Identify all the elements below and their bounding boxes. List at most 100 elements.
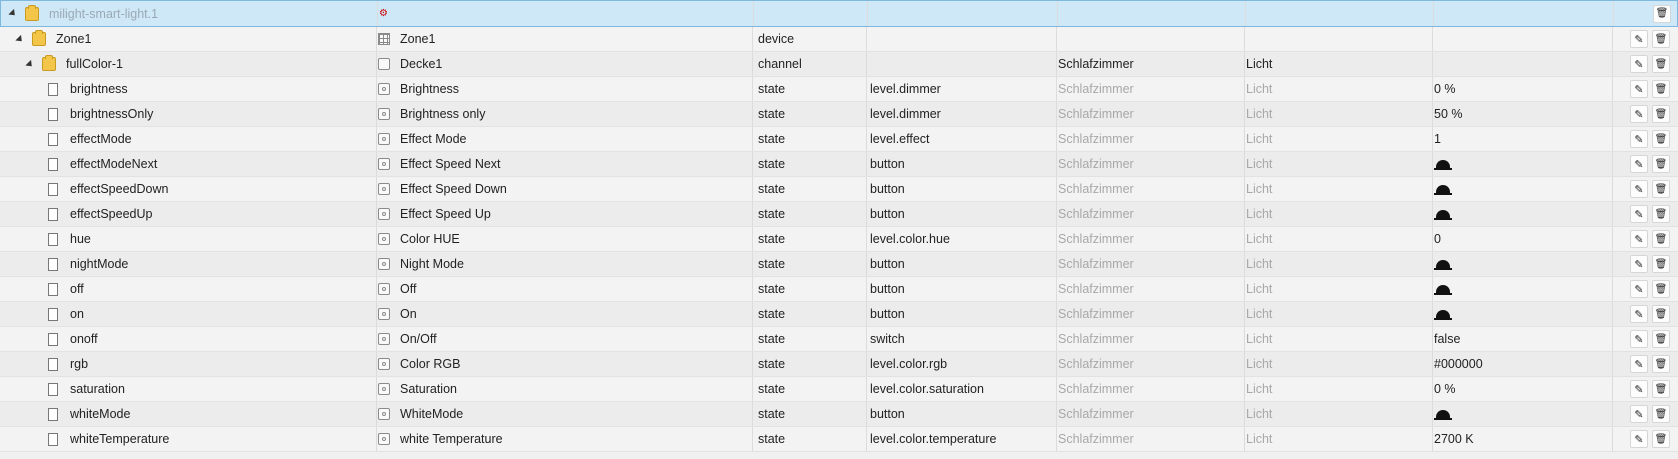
name-cell[interactable]: hue (0, 227, 376, 251)
table-row[interactable]: brightnessOnly Brightness only state level.… (0, 102, 1678, 127)
title-cell[interactable]: On/Off (378, 327, 752, 351)
edit-button[interactable]: ✎ (1630, 30, 1648, 48)
table-row[interactable]: on On state button Schlafzimmer Licht ✎ 🗑 (0, 302, 1678, 327)
name-cell[interactable]: milight-smart-light.1 (1, 1, 377, 26)
title-cell[interactable]: Brightness only (378, 102, 752, 126)
title-cell[interactable]: Effect Speed Down (378, 177, 752, 201)
delete-button[interactable]: 🗑 (1652, 430, 1670, 448)
bell-button-icon[interactable] (1434, 283, 1452, 295)
table-row[interactable]: effectSpeedUp Effect Speed Up state button S… (0, 202, 1678, 227)
title-cell[interactable]: WhiteMode (378, 402, 752, 426)
table-row[interactable]: whiteTemperature white Temperature state le… (0, 427, 1678, 452)
name-cell[interactable]: fullColor-1 (0, 52, 376, 76)
expand-toggle-icon[interactable] (8, 8, 18, 19)
table-row[interactable]: rgb Color RGB state level.color.rgb Schlafzi… (0, 352, 1678, 377)
name-cell[interactable]: whiteMode (0, 402, 376, 426)
edit-button[interactable]: ✎ (1630, 430, 1648, 448)
title-cell[interactable]: Saturation (378, 377, 752, 401)
delete-button[interactable]: 🗑 (1652, 405, 1670, 423)
bell-button-icon[interactable] (1434, 208, 1452, 220)
table-row[interactable]: effectSpeedDown Effect Speed Down state but… (0, 177, 1678, 202)
table-row[interactable]: brightness Brightness state level.dimmer Sch… (0, 77, 1678, 102)
value-cell[interactable] (1434, 302, 1614, 326)
delete-button[interactable]: 🗑 (1652, 255, 1670, 273)
delete-button[interactable]: 🗑 (1652, 80, 1670, 98)
name-cell[interactable]: brightnessOnly (0, 102, 376, 126)
name-cell[interactable]: on (0, 302, 376, 326)
title-cell[interactable]: Color RGB (378, 352, 752, 376)
delete-button[interactable]: 🗑 (1652, 305, 1670, 323)
table-row[interactable]: fullColor-1 Decke1 channel Schlafzimmer Lich… (0, 52, 1678, 77)
table-row[interactable]: effectMode Effect Mode state level.effect Sc… (0, 127, 1678, 152)
name-cell[interactable]: effectMode (0, 127, 376, 151)
title-cell[interactable]: Color HUE (378, 227, 752, 251)
name-cell[interactable]: rgb (0, 352, 376, 376)
bell-button-icon[interactable] (1434, 408, 1452, 420)
title-cell[interactable]: Off (378, 277, 752, 301)
table-row[interactable]: saturation Saturation state level.color.sat… (0, 377, 1678, 402)
name-cell[interactable]: onoff (0, 327, 376, 351)
delete-button[interactable]: 🗑 (1652, 155, 1670, 173)
delete-button[interactable]: 🗑 (1652, 130, 1670, 148)
expand-toggle-icon[interactable] (25, 59, 35, 69)
edit-button[interactable]: ✎ (1630, 255, 1648, 273)
delete-button[interactable]: 🗑 (1652, 30, 1670, 48)
title-cell[interactable]: white Temperature (378, 427, 752, 451)
delete-button[interactable]: 🗑 (1652, 105, 1670, 123)
name-cell[interactable]: saturation (0, 377, 376, 401)
title-cell[interactable]: Effect Mode (378, 127, 752, 151)
tree-root-row[interactable]: milight-smart-light.1 ⚙ 🗑 (0, 0, 1678, 27)
edit-button[interactable]: ✎ (1630, 355, 1648, 373)
value-cell[interactable] (1434, 252, 1614, 276)
edit-button[interactable]: ✎ (1630, 105, 1648, 123)
edit-button[interactable]: ✎ (1630, 405, 1648, 423)
edit-button[interactable]: ✎ (1630, 280, 1648, 298)
delete-button[interactable]: 🗑 (1652, 330, 1670, 348)
edit-button[interactable]: ✎ (1630, 55, 1648, 73)
value-cell[interactable] (1434, 277, 1614, 301)
title-cell[interactable]: Decke1 (378, 52, 752, 76)
delete-button[interactable]: 🗑 (1652, 205, 1670, 223)
name-cell[interactable]: brightness (0, 77, 376, 101)
name-cell[interactable]: effectSpeedDown (0, 177, 376, 201)
bell-button-icon[interactable] (1434, 158, 1452, 170)
delete-button[interactable]: 🗑 (1652, 55, 1670, 73)
edit-button[interactable]: ✎ (1630, 180, 1648, 198)
bell-button-icon[interactable] (1434, 258, 1452, 270)
title-cell[interactable]: Brightness (378, 77, 752, 101)
table-row[interactable]: nightMode Night Mode state button Schlafzimm… (0, 252, 1678, 277)
title-cell[interactable]: Zone1 (378, 27, 752, 51)
edit-button[interactable]: ✎ (1630, 330, 1648, 348)
value-cell[interactable] (1434, 402, 1614, 426)
value-cell[interactable] (1434, 202, 1614, 226)
name-cell[interactable]: effectModeNext (0, 152, 376, 176)
delete-button[interactable]: 🗑 (1652, 355, 1670, 373)
edit-button[interactable]: ✎ (1630, 155, 1648, 173)
table-row[interactable]: effectModeNext Effect Speed Next state butt… (0, 152, 1678, 177)
bell-button-icon[interactable] (1434, 183, 1452, 195)
delete-button[interactable]: 🗑 (1652, 380, 1670, 398)
edit-button[interactable]: ✎ (1630, 305, 1648, 323)
table-row[interactable]: hue Color HUE state level.color.hue Schlafzi… (0, 227, 1678, 252)
name-cell[interactable]: Zone1 (0, 27, 376, 51)
delete-button[interactable]: 🗑 (1653, 4, 1671, 23)
edit-button[interactable]: ✎ (1630, 205, 1648, 223)
title-cell[interactable]: Effect Speed Up (378, 202, 752, 226)
edit-button[interactable]: ✎ (1630, 130, 1648, 148)
table-row[interactable]: Zone1 Zone1 device ✎ 🗑 (0, 27, 1678, 52)
title-cell[interactable]: ⚙ (379, 1, 753, 26)
title-cell[interactable]: On (378, 302, 752, 326)
edit-button[interactable]: ✎ (1630, 380, 1648, 398)
name-cell[interactable]: whiteTemperature (0, 427, 376, 451)
table-row[interactable]: whiteMode WhiteMode state button Schlafzimme… (0, 402, 1678, 427)
delete-button[interactable]: 🗑 (1652, 180, 1670, 198)
delete-button[interactable]: 🗑 (1652, 230, 1670, 248)
name-cell[interactable]: effectSpeedUp (0, 202, 376, 226)
edit-button[interactable]: ✎ (1630, 80, 1648, 98)
expand-toggle-icon[interactable] (15, 34, 25, 44)
table-row[interactable]: onoff On/Off state switch Schlafzimmer Licht f… (0, 327, 1678, 352)
name-cell[interactable]: off (0, 277, 376, 301)
bell-button-icon[interactable] (1434, 308, 1452, 320)
value-cell[interactable] (1434, 152, 1614, 176)
value-cell[interactable] (1434, 177, 1614, 201)
